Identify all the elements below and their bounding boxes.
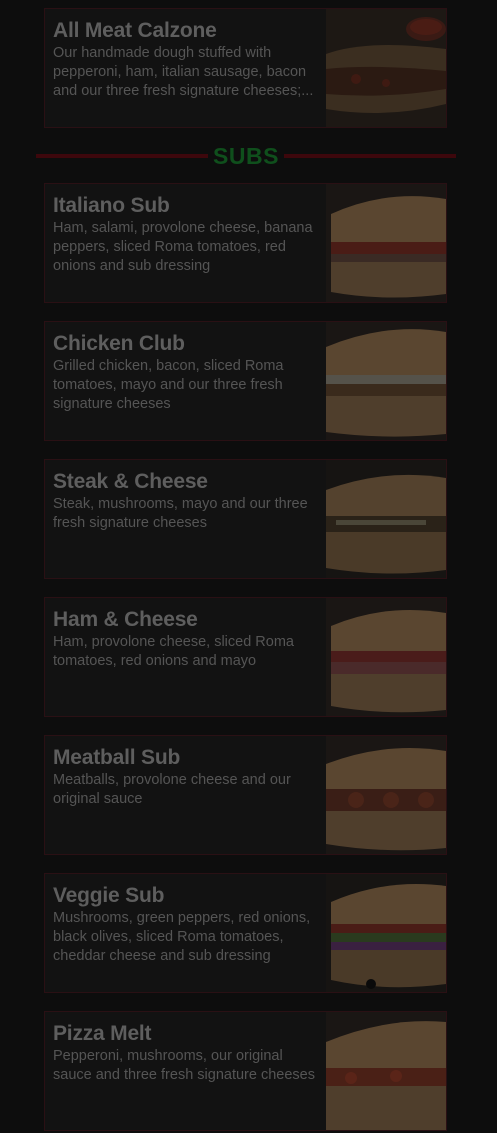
menu-item-title: Meatball Sub: [53, 746, 181, 769]
section-heading: SUBS: [213, 143, 279, 169]
menu-item-card[interactable]: Veggie Sub Mushrooms, green peppers, red…: [44, 873, 447, 993]
menu-item-photo: [326, 460, 446, 578]
menu-item-card[interactable]: Steak & Cheese Steak, mushrooms, mayo an…: [44, 459, 447, 579]
menu-item-photo: [326, 184, 446, 302]
menu-item-description: Ham, salami, provolone cheese, banana pe…: [53, 220, 313, 274]
menu-item-text: Veggie Sub Mushrooms, green peppers, red…: [53, 884, 319, 966]
menu-item-title: All Meat Calzone: [53, 19, 217, 42]
menu-item-photo: [326, 736, 446, 854]
menu-item-title: Veggie Sub: [53, 884, 165, 907]
menu-item-description: Our handmade dough stuffed with pepperon…: [53, 45, 314, 99]
menu-item-title: Ham & Cheese: [53, 608, 198, 631]
menu-item-description: Meatballs, provolone cheese and our orig…: [53, 772, 291, 807]
section-divider: SUBS: [36, 143, 456, 169]
menu-item-text: Ham & Cheese Ham, provolone cheese, slic…: [53, 608, 319, 671]
menu-item-photo: [326, 9, 446, 127]
sub-photo-illustration: [326, 736, 446, 854]
menu-item-title: Pizza Melt: [53, 1022, 152, 1045]
menu-item-description: Grilled chicken, bacon, sliced Roma toma…: [53, 358, 284, 412]
menu-item-text: Meatball Sub Meatballs, provolone cheese…: [53, 746, 319, 809]
menu-item-photo: [326, 598, 446, 716]
sub-photo-illustration: [326, 1012, 446, 1130]
menu-item-title: Italiano Sub: [53, 194, 170, 217]
calzone-photo-illustration: [326, 9, 446, 127]
menu-item-description: Mushrooms, green peppers, red onions, bl…: [53, 910, 311, 964]
menu-item-text: Pizza Melt Pepperoni, mushrooms, our ori…: [53, 1022, 319, 1085]
menu-item-description: Ham, provolone cheese, sliced Roma tomat…: [53, 634, 294, 669]
menu-item-photo: [326, 322, 446, 440]
menu-item-text: Chicken Club Grilled chicken, bacon, sli…: [53, 332, 319, 414]
menu-item-card[interactable]: Chicken Club Grilled chicken, bacon, sli…: [44, 321, 447, 441]
sub-photo-illustration: [326, 874, 446, 992]
menu-item-description: Pepperoni, mushrooms, our original sauce…: [53, 1048, 315, 1083]
sub-photo-illustration: [326, 460, 446, 578]
menu-item-title: Chicken Club: [53, 332, 185, 355]
sub-photo-illustration: [326, 184, 446, 302]
sub-photo-illustration: [326, 598, 446, 716]
menu-item-card[interactable]: Italiano Sub Ham, salami, provolone chee…: [44, 183, 447, 303]
menu-item-card[interactable]: Ham & Cheese Ham, provolone cheese, slic…: [44, 597, 447, 717]
menu-item-text: Italiano Sub Ham, salami, provolone chee…: [53, 194, 319, 276]
menu-item-description: Steak, mushrooms, mayo and our three fre…: [53, 496, 308, 531]
sub-photo-illustration: [326, 322, 446, 440]
menu-item-text: Steak & Cheese Steak, mushrooms, mayo an…: [53, 470, 319, 533]
menu-item-photo: [326, 874, 446, 992]
menu-item-card[interactable]: Meatball Sub Meatballs, provolone cheese…: [44, 735, 447, 855]
menu-item-title: Steak & Cheese: [53, 470, 208, 493]
menu-item-card[interactable]: Pizza Melt Pepperoni, mushrooms, our ori…: [44, 1011, 447, 1131]
menu-item-text: All Meat Calzone Our handmade dough stuf…: [53, 19, 319, 101]
menu-item-photo: [326, 1012, 446, 1130]
menu-item-card[interactable]: All Meat Calzone Our handmade dough stuf…: [44, 8, 447, 128]
